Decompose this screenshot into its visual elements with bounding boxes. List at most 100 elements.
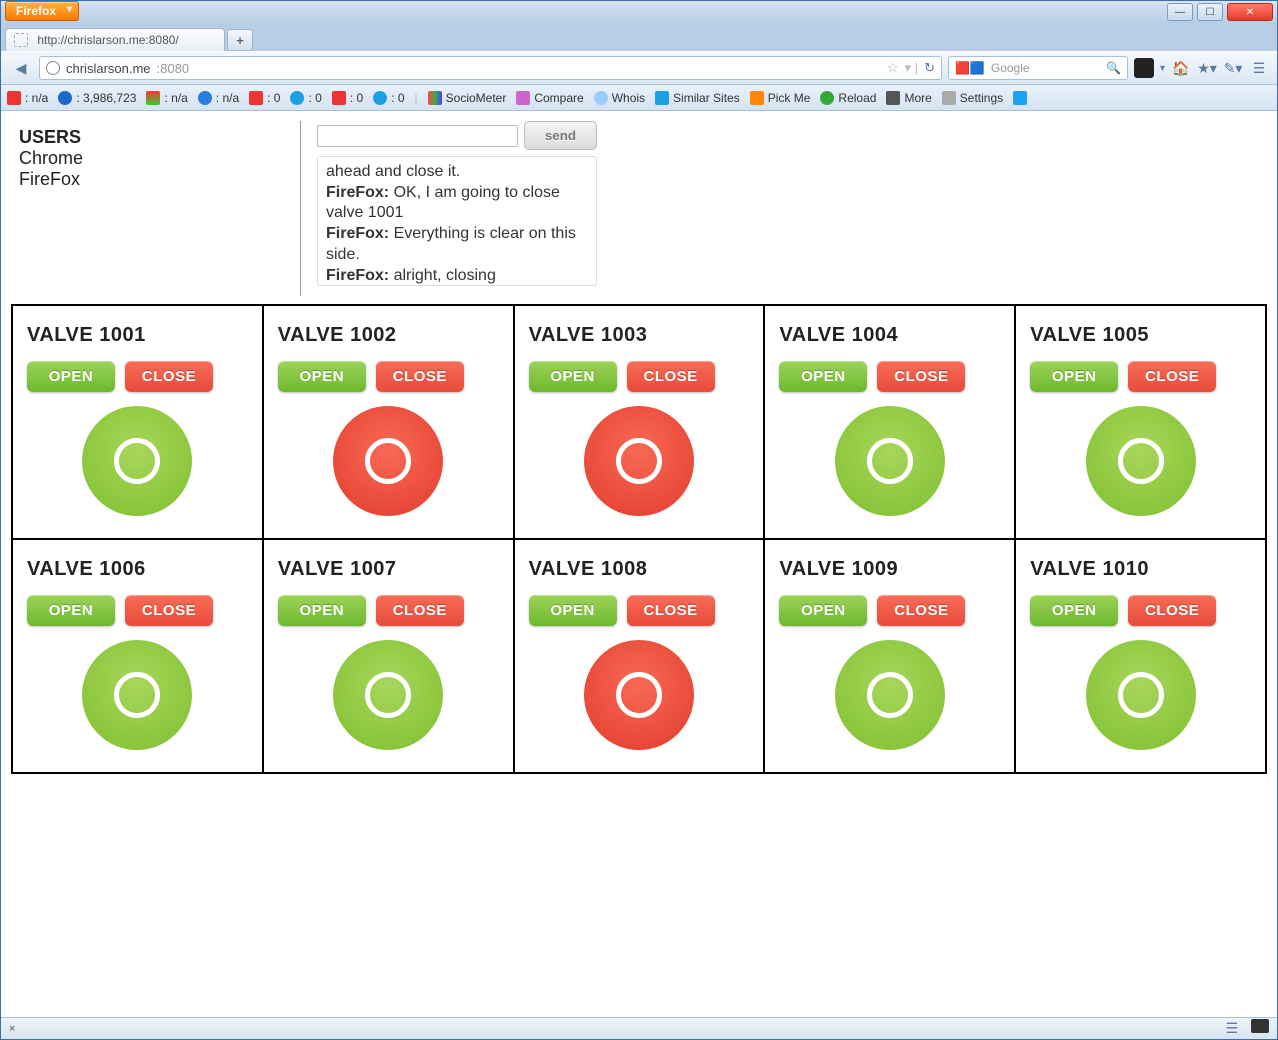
valve-button-row: OPEN CLOSE: [1030, 361, 1216, 392]
users-panel: USERS Chrome FireFox: [11, 121, 301, 296]
open-button[interactable]: OPEN: [529, 361, 617, 392]
bm-pickme[interactable]: Pick Me: [750, 91, 811, 105]
valve-indicator: [333, 640, 443, 750]
chat-send-row: send: [317, 121, 597, 150]
valve-indicator: [835, 640, 945, 750]
close-button[interactable]: CLOSE: [125, 595, 213, 626]
url-bar[interactable]: chrislarson.me:8080 ☆ ▾ | ↻: [39, 56, 942, 80]
close-button[interactable]: CLOSE: [376, 361, 464, 392]
valve-title: VALVE 1007: [278, 558, 397, 581]
indicator-ring-icon: [867, 438, 913, 484]
open-button[interactable]: OPEN: [278, 595, 366, 626]
close-button[interactable]: CLOSE: [1128, 361, 1216, 392]
bm-similar[interactable]: Similar Sites: [655, 91, 740, 105]
close-button[interactable]: CLOSE: [877, 595, 965, 626]
window-titlebar: Firefox — ☐ ✕: [1, 1, 1277, 23]
open-button[interactable]: OPEN: [779, 361, 867, 392]
search-submit-icon[interactable]: 🔍: [1106, 61, 1121, 75]
valve-indicator: [333, 406, 443, 516]
open-button[interactable]: OPEN: [27, 595, 115, 626]
bm-settings[interactable]: Settings: [942, 91, 1003, 105]
chat-message: FireFox: alright, closing: [326, 266, 588, 286]
bm-item-5[interactable]: : 0: [290, 91, 321, 105]
bm-item-0[interactable]: : n/a: [7, 91, 48, 105]
status-bar: × ☰: [1, 1017, 1277, 1039]
status-left[interactable]: ×: [9, 1023, 15, 1035]
bm-whois[interactable]: Whois: [594, 91, 645, 105]
open-button[interactable]: OPEN: [529, 595, 617, 626]
close-button[interactable]: CLOSE: [1128, 595, 1216, 626]
close-button[interactable]: CLOSE: [125, 361, 213, 392]
close-button[interactable]: CLOSE: [627, 595, 715, 626]
valve-button-row: OPEN CLOSE: [529, 361, 715, 392]
bm-reload[interactable]: Reload: [820, 91, 876, 105]
send-button[interactable]: send: [524, 121, 597, 150]
chat-from: FireFox:: [326, 184, 389, 201]
page-viewport: USERS Chrome FireFox send Chrome: All cl…: [1, 111, 1277, 1017]
close-button[interactable]: CLOSE: [877, 361, 965, 392]
bm-item-3[interactable]: : n/a: [198, 91, 239, 105]
indicator-ring-icon: [616, 438, 662, 484]
top-row: USERS Chrome FireFox send Chrome: All cl…: [11, 121, 1267, 296]
chat-input[interactable]: [317, 125, 518, 147]
bm-item-1[interactable]: : 3,986,723: [58, 91, 136, 105]
chat-from: FireFox:: [326, 267, 389, 284]
chat-message: Chrome: All clear over here. Go ahead an…: [326, 156, 588, 183]
back-button[interactable]: ◀: [9, 56, 33, 80]
home-button[interactable]: 🏠: [1171, 58, 1191, 78]
valve-indicator: [82, 640, 192, 750]
open-button[interactable]: OPEN: [278, 361, 366, 392]
urlbar-separator: ▾ |: [905, 60, 919, 76]
firefox-menu-button[interactable]: Firefox: [5, 1, 79, 21]
valve-cell-9: VALVE 1009OPENCLOSE: [764, 539, 1015, 773]
search-engine-icon: 🟥🟦: [955, 61, 985, 75]
browser-tab[interactable]: http://chrislarson.me:8080/: [5, 28, 225, 51]
reload-icon[interactable]: ↻: [924, 60, 935, 76]
bm-item-7[interactable]: : 0: [373, 91, 404, 105]
status-stack-icon[interactable]: ☰: [1222, 1019, 1242, 1039]
valve-title: VALVE 1005: [1030, 324, 1149, 347]
close-button[interactable]: CLOSE: [627, 361, 715, 392]
bm-sociometer[interactable]: SocioMeter: [428, 91, 507, 105]
open-button[interactable]: OPEN: [27, 361, 115, 392]
indicator-ring-icon: [867, 672, 913, 718]
valve-cell-1: VALVE 1001 OPEN CLOSE: [12, 305, 263, 539]
bm-more[interactable]: More: [886, 91, 931, 105]
bookmarks-toolbar: : n/a : 3,986,723 : n/a : n/a : 0 : 0 : …: [1, 85, 1277, 111]
bookmark-star-icon[interactable]: ☆: [887, 60, 899, 76]
open-button[interactable]: OPEN: [1030, 361, 1118, 392]
search-bar[interactable]: 🟥🟦 Google 🔍: [948, 56, 1128, 80]
brush-button[interactable]: ✎▾: [1223, 58, 1243, 78]
open-button[interactable]: OPEN: [779, 595, 867, 626]
valve-indicator: [584, 640, 694, 750]
bm-item-4[interactable]: : 0: [249, 91, 280, 105]
valve-indicator: [584, 406, 694, 516]
bm-compare[interactable]: Compare: [516, 91, 583, 105]
bm-item-2[interactable]: : n/a: [146, 91, 187, 105]
valve-cell-3: VALVE 1003OPENCLOSE: [514, 305, 765, 539]
valve-button-row: OPEN CLOSE: [1030, 595, 1216, 626]
tab-title: http://chrislarson.me:8080/: [37, 33, 178, 47]
addon-button-1[interactable]: [1134, 58, 1154, 78]
close-button[interactable]: CLOSE: [376, 595, 464, 626]
user-row-1: FireFox: [19, 169, 292, 190]
bookmarks-menu-button[interactable]: ★▾: [1197, 58, 1217, 78]
chat-log[interactable]: Chrome: All clear over here. Go ahead an…: [317, 156, 597, 286]
valve-cell-8: VALVE 1008OPENCLOSE: [514, 539, 765, 773]
bm-item-6[interactable]: : 0: [332, 91, 363, 105]
bm-twitter[interactable]: [1013, 91, 1027, 105]
open-button[interactable]: OPEN: [1030, 595, 1118, 626]
status-box-icon[interactable]: [1251, 1019, 1269, 1033]
tab-favicon: [14, 33, 28, 47]
window-maximize-button[interactable]: ☐: [1197, 3, 1223, 21]
stack-button[interactable]: ☰: [1249, 58, 1269, 78]
addon-dropdown-1[interactable]: ▾: [1160, 63, 1165, 74]
valve-cell-2: VALVE 1002OPENCLOSE: [263, 305, 514, 539]
valve-title: VALVE 1001: [27, 324, 146, 347]
new-tab-button[interactable]: +: [227, 29, 253, 51]
window-close-button[interactable]: ✕: [1227, 3, 1273, 21]
user-row-0: Chrome: [19, 148, 292, 169]
browser-window: Firefox — ☐ ✕ http://chrislarson.me:8080…: [0, 0, 1278, 1040]
valve-cell-5: VALVE 1005 OPEN CLOSE: [1015, 305, 1266, 539]
window-minimize-button[interactable]: —: [1167, 3, 1193, 21]
